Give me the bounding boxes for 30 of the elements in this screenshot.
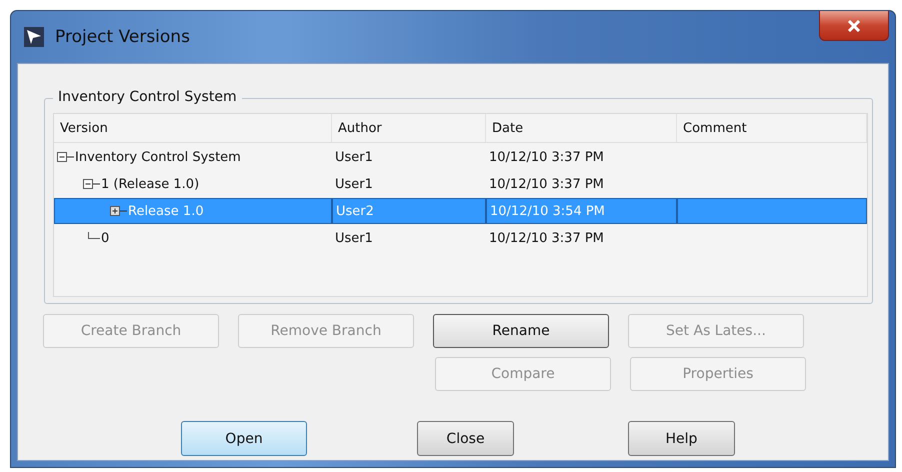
collapse-icon[interactable] — [83, 178, 101, 190]
dialog-button[interactable]: Help — [628, 421, 735, 456]
version-name: Inventory Control System — [75, 150, 241, 164]
date-cell: 10/12/10 3:54 PM — [490, 204, 605, 218]
action-button[interactable]: Rename — [433, 314, 609, 348]
author-cell: User2 — [336, 204, 374, 218]
version-name: 1 (Release 1.0) — [101, 176, 200, 192]
collapse-icon[interactable] — [57, 151, 75, 163]
date-cell: 10/12/10 3:37 PM — [489, 150, 604, 164]
date-cell: 10/12/10 3:37 PM — [489, 176, 604, 192]
window-title: Project Versions — [55, 27, 190, 47]
table-row[interactable]: 0 User1 10/12/10 3:37 PM — [54, 225, 867, 251]
version-name: 0 — [101, 230, 110, 246]
close-icon[interactable] — [819, 11, 889, 41]
dialog-button[interactable]: Close — [417, 421, 514, 456]
group-title: Inventory Control System — [53, 89, 242, 105]
app-logo-icon — [23, 26, 45, 48]
author-cell: User1 — [335, 176, 373, 192]
table-row[interactable]: 1 (Release 1.0) User1 10/12/10 3:37 PM — [54, 171, 867, 197]
dialog-button[interactable]: Open — [181, 421, 307, 456]
column-header[interactable]: Author — [332, 114, 486, 142]
table-row[interactable]: Inventory Control System User1 10/12/10 3:37 PM — [54, 144, 867, 170]
column-header[interactable]: Comment — [677, 114, 867, 142]
expand-icon[interactable] — [110, 205, 128, 217]
column-header[interactable]: Version — [54, 114, 332, 142]
author-cell: User1 — [335, 150, 373, 164]
author-cell: User1 — [335, 230, 373, 246]
date-cell: 10/12/10 3:37 PM — [489, 230, 604, 246]
version-name: Release 1.0 — [128, 204, 204, 218]
column-header[interactable]: Date — [486, 114, 677, 142]
